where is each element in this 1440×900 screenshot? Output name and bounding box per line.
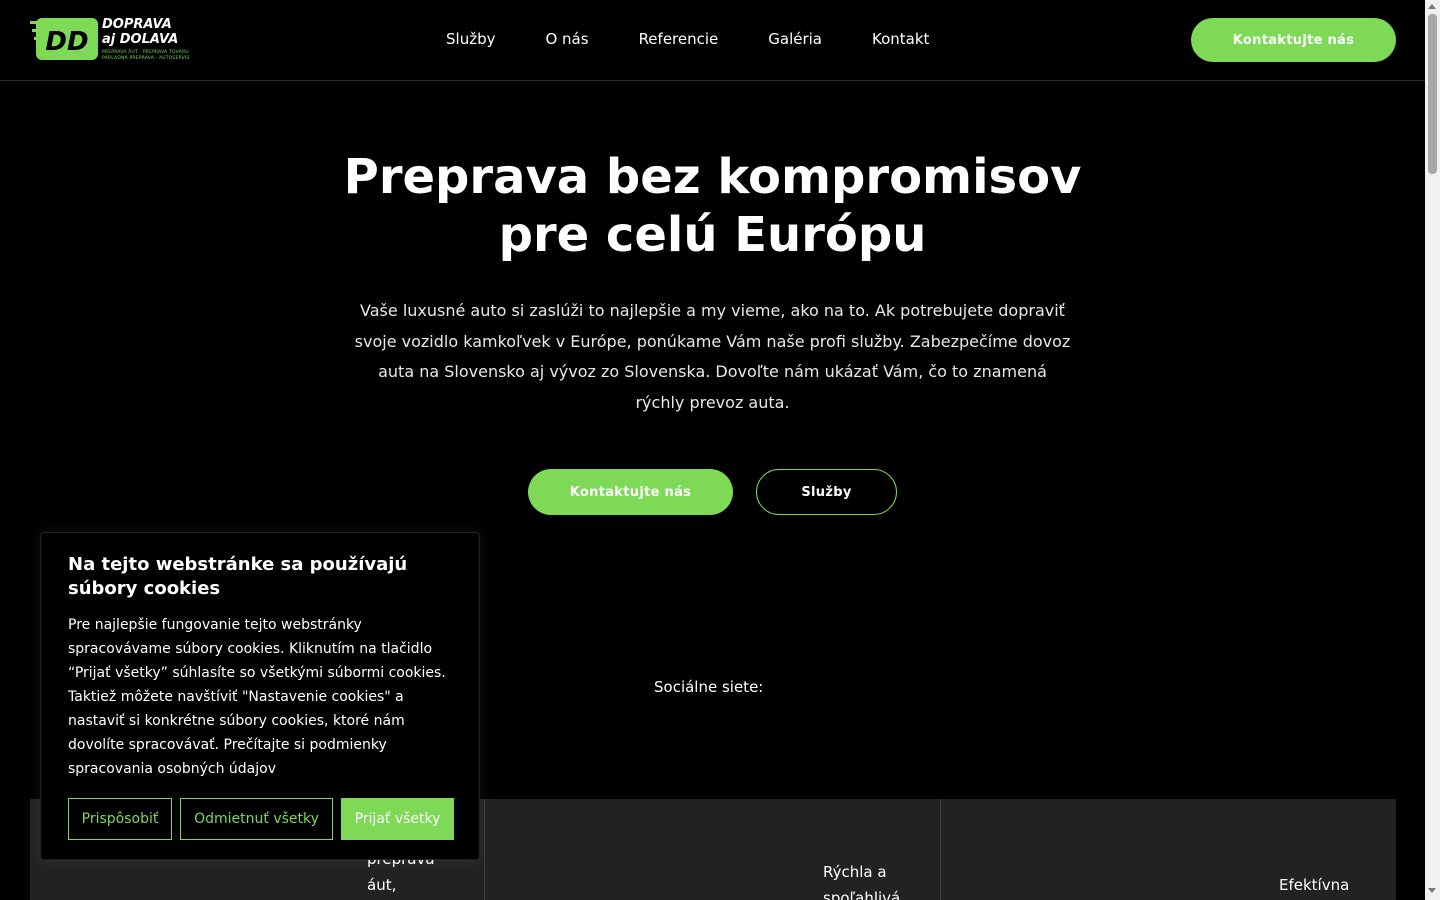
brand-name-line2: aj DOLAVA <box>102 32 179 47</box>
nav-item-o-nas[interactable]: O nás <box>545 30 588 50</box>
header-contact-button[interactable]: Kontaktujte nás <box>1191 18 1396 62</box>
logo-mark-icon: DD <box>30 18 98 60</box>
brand-name-line1: DOPRAVA <box>102 17 172 32</box>
page-scrollbar[interactable] <box>1425 0 1440 900</box>
social-label: Sociálne siete: <box>654 678 764 696</box>
cookie-text: Pre najlepšie fungovanie tejto webstránk… <box>68 617 446 777</box>
brand-tagline-line2: PÁRLADNÁ PREPRAVA · AUTOSERVIS <box>102 56 190 61</box>
hero-contact-button[interactable]: Kontaktujte nás <box>528 469 733 515</box>
card-divider <box>940 799 941 900</box>
nav-item-kontakt[interactable]: Kontakt <box>872 30 929 50</box>
brand-logo[interactable]: DD DOPRAVA aj DOLAVA PREPRAVA ÁUT · PREP… <box>30 17 189 63</box>
nav-item-sluzby[interactable]: Služby <box>446 30 495 50</box>
scroll-down-arrow-icon[interactable] <box>1428 888 1436 893</box>
svg-text:DD: DD <box>45 27 88 57</box>
nav-item-referencie[interactable]: Referencie <box>639 30 719 50</box>
card-3-text: Efektívna <box>1279 876 1350 894</box>
scroll-up-arrow-icon[interactable] <box>1428 4 1436 9</box>
hero-title-line1: Preprava bez kompromisov <box>343 149 1082 205</box>
nav-item-galeria[interactable]: Galéria <box>768 30 822 50</box>
card-2-text: Rýchla a spoľahlivá <box>823 863 901 900</box>
hero-services-button[interactable]: Služby <box>756 469 897 515</box>
cookie-title: Na tejto webstránke sa používajú súbory … <box>68 554 408 599</box>
main-nav: Služby O nás Referencie Galéria Kontakt <box>446 30 979 50</box>
hero-description: Vaše luxusné auto si zaslúži to najlepši… <box>354 301 1071 412</box>
site-header: DD DOPRAVA aj DOLAVA PREPRAVA ÁUT · PREP… <box>0 0 1425 81</box>
cookie-customize-button[interactable]: Prispôsobiť <box>68 798 172 840</box>
cookie-reject-button[interactable]: Odmietnuť všetky <box>180 798 333 840</box>
scrollbar-thumb[interactable] <box>1428 14 1437 174</box>
hero-title: Preprava bez kompromisov pre celú Európu <box>320 148 1105 264</box>
hero-title-line2: pre celú Európu <box>498 207 927 263</box>
card-divider <box>484 799 485 900</box>
cookie-accept-button[interactable]: Prijať všetky <box>341 798 454 840</box>
cookie-consent-dialog: Na tejto webstránke sa používajú súbory … <box>40 532 480 860</box>
